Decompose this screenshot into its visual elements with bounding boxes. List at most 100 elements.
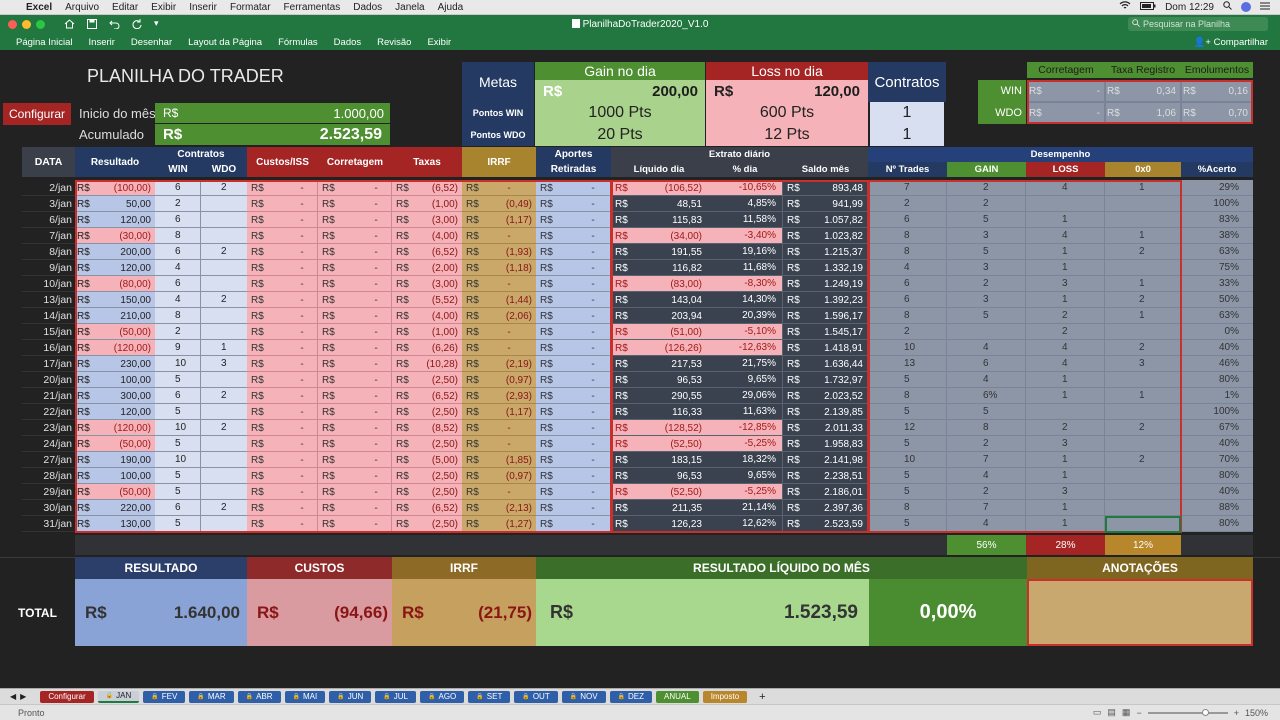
zoom-slider-knob[interactable] [1201, 708, 1209, 716]
contratos-win[interactable]: 1 [870, 102, 944, 124]
tot-resultado-cur: R$ [85, 602, 107, 622]
sum-gain: 56% [947, 535, 1026, 555]
sheet-tab-4[interactable]: 🔒 ABR [237, 690, 281, 703]
fee-row-label-1: WDO [978, 102, 1026, 124]
tot-resultado-val: 1.640,00 [173, 602, 240, 622]
lock-icon: 🔒 [197, 694, 205, 700]
menu-item-8[interactable]: Ajuda [438, 2, 464, 13]
save-icon[interactable] [87, 18, 97, 32]
extrato-outline [611, 180, 869, 533]
sheet-tab-label: OUT [532, 692, 550, 701]
sheet-tab-12[interactable]: 🔒 DEZ [609, 690, 653, 703]
ribbon-tab-2[interactable]: Desenhar [131, 37, 172, 48]
menu-item-2[interactable]: Exibir [151, 2, 176, 13]
zoom-level[interactable]: 150% [1245, 708, 1268, 718]
ribbon-tabs: Página Inicial Inserir Desenhar Layout da P… [0, 34, 1280, 50]
row-date: 20/jan [22, 372, 75, 388]
fee-row-label-0: WIN [978, 80, 1026, 102]
ribbon-tab-1[interactable]: Inserir [89, 37, 115, 48]
contratos-wdo[interactable]: 1 [870, 124, 944, 146]
redo-icon[interactable] [132, 18, 142, 32]
menu-item-0[interactable]: Arquivo [65, 2, 99, 13]
search-icon[interactable] [1223, 1, 1232, 13]
close-window-icon[interactable] [8, 20, 17, 29]
page-layout-icon[interactable]: ▤ [1107, 707, 1116, 718]
sheet-tab-bar: ◀ ▶ Configurar 🔒 JAN 🔒 FEV 🔒 MAR 🔒 ABR 🔒 MAI 🔒 JUN 🔒 J… [0, 688, 1280, 704]
metas-label: Metas [462, 62, 534, 102]
zoom-in-icon[interactable]: + [1234, 708, 1239, 718]
spreadsheet-grid[interactable]: Configurar PLANILHA DO TRADER Inicio do mê… [0, 50, 1280, 688]
sheet-tab-3[interactable]: 🔒 MAR [189, 690, 234, 703]
page-break-icon[interactable]: ▦ [1122, 707, 1131, 718]
menu-item-1[interactable]: Editar [112, 2, 138, 13]
configure-button[interactable]: Configurar [3, 103, 71, 125]
ribbon-tab-5[interactable]: Dados [334, 37, 361, 48]
ribbon-tab-4[interactable]: Fórmulas [278, 37, 318, 48]
lock-icon: 🔒 [617, 694, 626, 700]
sheet-tab-0[interactable]: Configurar [40, 690, 94, 703]
normal-view-icon[interactable]: ▭ [1093, 707, 1102, 718]
sheet-tab-8[interactable]: 🔒 AGO [420, 690, 465, 703]
sheet-tab-14[interactable]: Imposto [702, 690, 748, 703]
menu-item-6[interactable]: Dados [353, 2, 382, 13]
tot-irrf-h: IRRF [392, 557, 536, 579]
inicio-value: 1.000,00 [333, 105, 384, 121]
add-person-icon: 👤+ [1193, 36, 1214, 48]
sheet-tab-1[interactable]: 🔒 JAN [97, 690, 140, 703]
add-sheet-icon[interactable]: + [759, 691, 765, 703]
loss-label: Loss no dia [706, 62, 868, 80]
selected-cell[interactable] [1105, 516, 1181, 533]
sheet-tab-13[interactable]: ANUAL [656, 690, 699, 703]
menu-item-5[interactable]: Ferramentas [284, 2, 341, 13]
customize-toolbar-icon[interactable]: ▾ [154, 18, 159, 32]
wifi-icon[interactable] [1119, 1, 1131, 13]
battery-icon[interactable] [1140, 1, 1156, 13]
sum-zero: 12% [1105, 535, 1181, 555]
sheet-tab-5[interactable]: 🔒 MAI [284, 690, 326, 703]
ribbon-tab-7[interactable]: Exibir [427, 37, 451, 48]
next-sheet-icon[interactable]: ▶ [20, 692, 26, 701]
ribbon-tab-6[interactable]: Revisão [377, 37, 411, 48]
share-button[interactable]: 👤+ Compartilhar [1194, 37, 1268, 48]
row-date: 21/jan [22, 388, 75, 404]
col-retiradas: Retiradas [536, 162, 611, 177]
sheet-tab-6[interactable]: 🔒 JUN [329, 690, 372, 703]
row-acerto: 40% [1181, 436, 1253, 452]
zoom-out-icon[interactable]: − [1136, 708, 1141, 718]
total-label: TOTAL [18, 606, 57, 620]
clock[interactable]: Dom 12:29 [1165, 2, 1214, 13]
sheet-tab-11[interactable]: 🔒 NOV [561, 690, 606, 703]
tot-liq-h: RESULTADO LÍQUIDO DO MÊS [536, 557, 1027, 579]
menu-list-icon[interactable] [1260, 2, 1270, 13]
ribbon-tab-3[interactable]: Layout da Página [188, 37, 262, 48]
sheet-tab-2[interactable]: 🔒 FEV [143, 690, 186, 703]
row-acerto: 40% [1181, 340, 1253, 356]
tot-liq-val: 1.523,59 [784, 601, 858, 623]
row-acerto: 80% [1181, 516, 1253, 532]
menu-item-3[interactable]: Inserir [189, 2, 217, 13]
menu-item-4[interactable]: Formatar [230, 2, 271, 13]
row-acerto: 100% [1181, 196, 1253, 212]
col-desempenho: Desempenho [868, 147, 1253, 162]
sheet-search-input[interactable]: Pesquisar na Planilha [1128, 17, 1268, 31]
maximize-window-icon[interactable] [36, 20, 45, 29]
prev-sheet-icon[interactable]: ◀ [10, 692, 16, 701]
user-avatar-icon[interactable] [1241, 2, 1251, 12]
ribbon-tab-0[interactable]: Página Inicial [16, 37, 73, 48]
sheet-tab-7[interactable]: 🔒 JUL [375, 690, 417, 703]
minimize-window-icon[interactable] [22, 20, 31, 29]
tot-irrf-cur: R$ [402, 602, 424, 622]
document-title-text: PlanilhaDoTrader2020_V1.0 [582, 19, 709, 30]
row-acerto: 100% [1181, 404, 1253, 420]
anotacoes-box[interactable] [1027, 579, 1253, 646]
sheet-tab-10[interactable]: 🔒 OUT [514, 690, 558, 703]
contratos-label: Contratos [868, 62, 946, 102]
home-icon[interactable] [64, 18, 75, 32]
undo-icon[interactable] [109, 18, 120, 32]
left-table-outline [75, 180, 612, 533]
app-menu[interactable]: Excel [26, 2, 52, 13]
sheet-title: PLANILHA DO TRADER [87, 65, 284, 86]
menu-item-7[interactable]: Janela [395, 2, 424, 13]
sheet-tab-9[interactable]: 🔒 SET [468, 690, 511, 703]
zoom-slider[interactable] [1147, 708, 1228, 716]
